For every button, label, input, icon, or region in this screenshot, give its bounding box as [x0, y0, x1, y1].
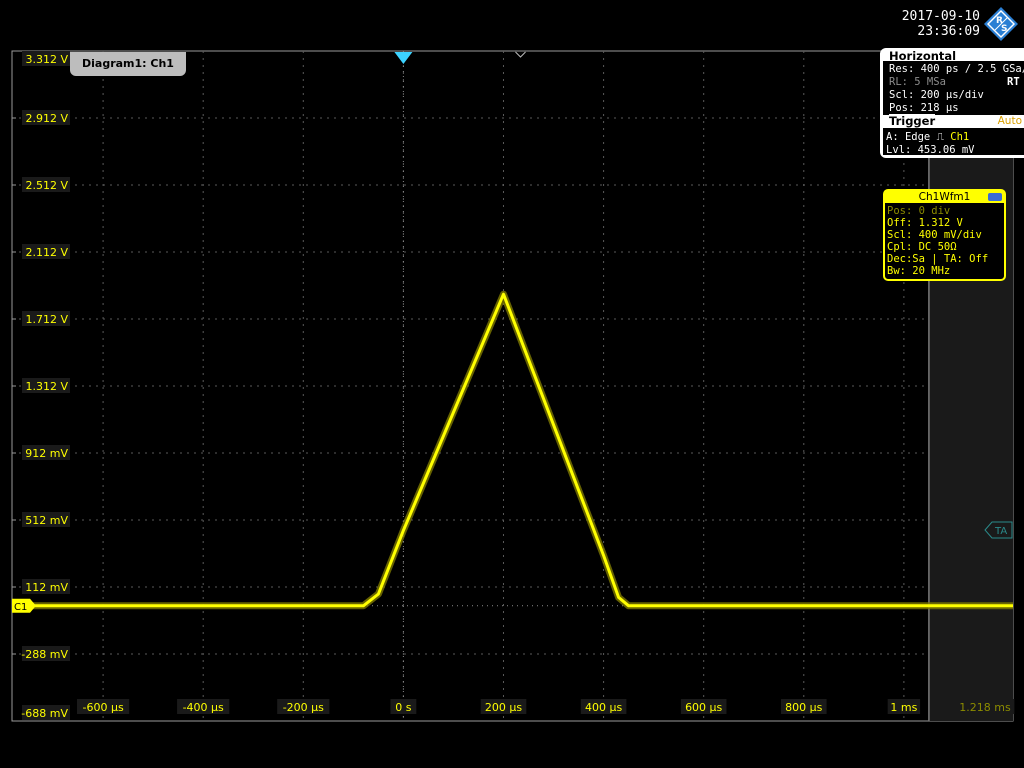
svg-text:112 mV: 112 mV — [25, 581, 68, 594]
y-tick-label: 912 mV — [22, 445, 70, 460]
y-tick-label: 1.712 V — [22, 311, 70, 326]
channel-marker: C1 — [12, 598, 36, 613]
horizontal-rl: RL: 5 MSa — [889, 76, 946, 88]
date-text: 2017-09-10 — [901, 9, 980, 24]
time-text: 23:36:09 — [917, 24, 980, 39]
svg-text:200 µs: 200 µs — [485, 701, 522, 714]
plot-frame — [11, 50, 1014, 722]
svg-text:1 ms: 1 ms — [890, 701, 917, 714]
svg-text:-400 µs: -400 µs — [183, 701, 224, 714]
wfm-decimation: Dec:Sa | TA: Off — [887, 253, 989, 265]
svg-text:400 µs: 400 µs — [585, 701, 622, 714]
waveform-diagram[interactable]: 3.312 V 2.912 V 2.512 V 2.112 V 1.712 V 1.312… — [0, 0, 1024, 768]
horizontal-position-marker — [515, 51, 526, 58]
y-tick-label: 2.912 V — [22, 110, 70, 125]
y-tick-label: 512 mV — [22, 512, 70, 527]
x-tick-label: -200 µs — [277, 699, 330, 714]
trace-glow — [12, 290, 1013, 610]
wfm-bandwidth: Bw: 20 MHz — [887, 265, 951, 277]
x-tick-label: 600 µs — [680, 699, 727, 714]
svg-text:-288 mV: -288 mV — [21, 648, 68, 661]
horizontal-position: Pos: 218 µs — [889, 102, 959, 114]
minimize-icon[interactable] — [988, 193, 1002, 201]
x-tick-label: 1.218 ms — [955, 699, 1015, 714]
datetime-display: 2017-09-10 23:36:09 — [884, 9, 980, 39]
svg-text:TA: TA — [994, 526, 1007, 537]
trigger-position-marker — [394, 52, 413, 64]
waveform-panel[interactable]: Ch1Wfm1 Pos: 0 div Off: 1.312 V Scl: 400… — [883, 189, 1006, 281]
wfm-coupling: Cpl: DC 50Ω — [887, 241, 957, 253]
horizontal-res: Res: 400 ps / 2.5 GSa/s — [889, 63, 1024, 75]
horizontal-panel[interactable]: Horizontal Res: 400 ps / 2.5 GSa/s RL: 5… — [880, 48, 1024, 158]
svg-text:0 s: 0 s — [395, 701, 411, 714]
y-tick-label: 2.112 V — [22, 244, 70, 259]
svg-text:-688 mV: -688 mV — [21, 707, 68, 720]
svg-text:512 mV: 512 mV — [25, 514, 68, 527]
svg-text:2.912 V: 2.912 V — [25, 112, 68, 125]
waveform-panel-title: Ch1Wfm1 — [885, 191, 1004, 203]
svg-text:2.112 V: 2.112 V — [25, 246, 68, 259]
svg-text:1.712 V: 1.712 V — [25, 313, 68, 326]
svg-text:C1: C1 — [14, 602, 27, 613]
realtime-badge: RT — [1007, 76, 1020, 88]
edge-rising-icon: ⎍ — [936, 131, 944, 143]
trigger-type: A: Edge — [886, 131, 931, 143]
x-tick-label: -400 µs — [177, 699, 230, 714]
trace-line — [12, 292, 1013, 608]
trigger-source-row: A: Edge ⎍ Ch1 — [886, 131, 969, 143]
y-tick-label: 1.312 V — [22, 378, 70, 393]
x-tick-label: 200 µs — [480, 699, 527, 714]
x-tick-label: 0 s — [390, 699, 417, 714]
svg-text:3.312 V: 3.312 V — [25, 53, 68, 66]
svg-text:912 mV: 912 mV — [25, 447, 68, 460]
trigger-source: Ch1 — [950, 131, 970, 143]
svg-text:-200 µs: -200 µs — [283, 701, 324, 714]
svg-text:1.218 ms: 1.218 ms — [959, 701, 1011, 714]
svg-text:600 µs: 600 µs — [685, 701, 722, 714]
y-tick-label: -688 mV — [21, 705, 70, 720]
wfm-offset: Off: 1.312 V — [887, 217, 963, 229]
trigger-level: Lvl: 453.06 mV — [886, 144, 975, 156]
wfm-scale: Scl: 400 mV/div — [887, 229, 982, 241]
trigger-title: Trigger — [889, 114, 936, 128]
x-tick-label: 1 ms — [887, 699, 921, 714]
horizontal-scale: Scl: 200 µs/div — [889, 89, 984, 101]
wfm-pos: Pos: 0 div — [887, 205, 951, 217]
svg-text:S: S — [1001, 24, 1007, 34]
x-tick-label: -600 µs — [76, 699, 130, 714]
svg-text:2.512 V: 2.512 V — [25, 179, 68, 192]
oscilloscope-screen: 3.312 V 2.912 V 2.512 V 2.112 V 1.712 V 1.312… — [0, 0, 1024, 768]
diagram-tab-label: Diagram1: Ch1 — [82, 57, 174, 70]
y-tick-label: -288 mV — [21, 646, 70, 661]
rs-logo-icon: R S — [984, 7, 1018, 41]
y-tick-label: 112 mV — [22, 579, 70, 594]
svg-text:-600 µs: -600 µs — [82, 701, 123, 714]
y-tick-label: 2.512 V — [22, 177, 70, 192]
trigger-mode: Auto — [997, 115, 1022, 127]
svg-text:1.312 V: 1.312 V — [25, 380, 68, 393]
x-tick-label: 800 µs — [780, 699, 827, 714]
svg-text:800 µs: 800 µs — [785, 701, 822, 714]
y-tick-label: 3.312 V — [22, 51, 70, 66]
x-tick-label: 400 µs — [580, 699, 627, 714]
diagram-tab[interactable]: Diagram1: Ch1 — [70, 52, 186, 76]
